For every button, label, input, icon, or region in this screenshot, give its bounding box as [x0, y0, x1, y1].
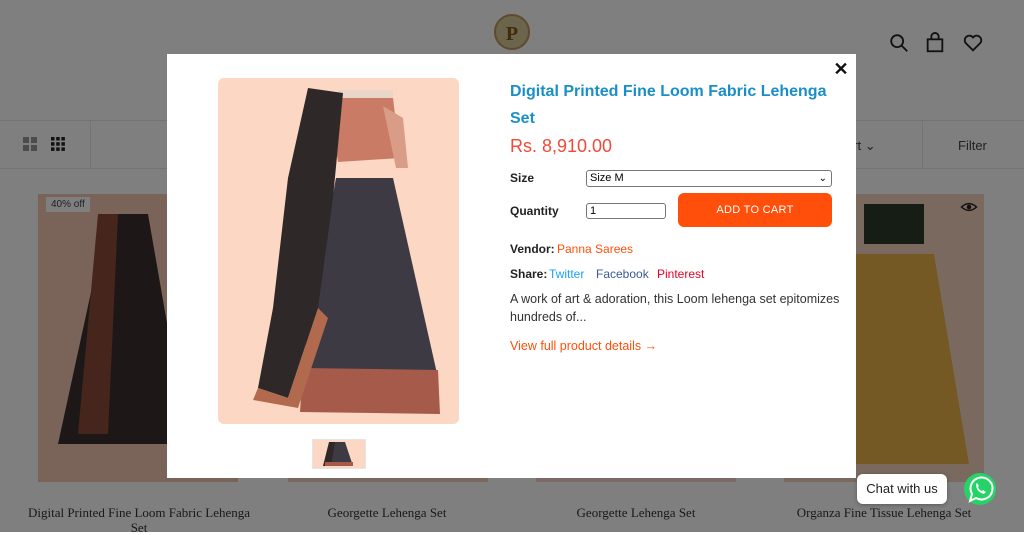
- size-select[interactable]: Size M ⌄: [586, 170, 832, 187]
- quantity-input[interactable]: 1: [586, 203, 666, 219]
- lehenga-photo: [253, 88, 440, 414]
- size-select-value: Size M: [590, 172, 624, 184]
- product-title[interactable]: Digital Printed Fine Loom Fabric Lehenga…: [510, 78, 830, 132]
- share-twitter-link[interactable]: Twitter: [549, 267, 584, 281]
- product-description: A work of art & adoration, this Loom leh…: [510, 292, 840, 324]
- product-price: Rs. 8,910.00: [510, 136, 613, 156]
- add-to-cart-button[interactable]: ADD TO CART: [678, 193, 832, 227]
- thumbnail-photo: [323, 442, 353, 466]
- share-label: Share:: [510, 267, 548, 281]
- chevron-down-icon: ⌄: [818, 173, 827, 184]
- product-thumbnail[interactable]: [312, 439, 366, 469]
- quantity-label: Quantity: [510, 204, 559, 218]
- share-pinterest-link[interactable]: Pinterest: [657, 267, 704, 281]
- view-full-details-link[interactable]: View full product details →: [510, 339, 657, 353]
- product-main-image: [218, 78, 459, 424]
- vendor-label: Vendor:: [510, 242, 555, 256]
- chat-with-us-button[interactable]: Chat with us: [857, 474, 947, 504]
- share-facebook-link[interactable]: Facebook: [596, 267, 649, 281]
- size-label: Size: [510, 171, 535, 185]
- close-icon[interactable]: ✕: [832, 60, 850, 78]
- whatsapp-icon[interactable]: [962, 471, 998, 507]
- vendor-link[interactable]: Panna Sarees: [557, 242, 633, 256]
